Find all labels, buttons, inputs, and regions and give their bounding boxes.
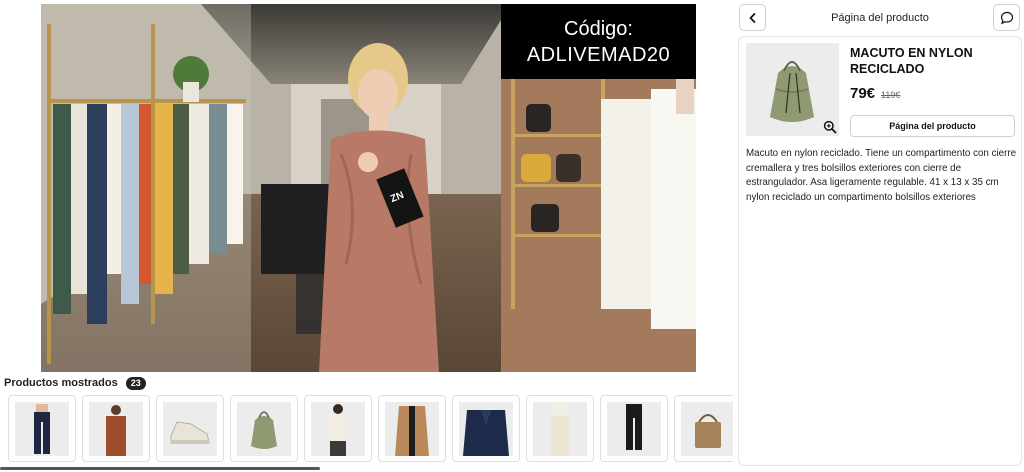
chat-bubble-icon: [1000, 11, 1013, 24]
chevron-left-icon: [749, 12, 755, 23]
product-price-row: 79€ 119€: [850, 85, 900, 102]
panel-title: Página del producto: [831, 12, 929, 24]
product-thumb-white-shirt[interactable]: [304, 395, 372, 462]
products-strip-scrollbar[interactable]: [0, 467, 320, 470]
product-thumb-rust-outfit[interactable]: [82, 395, 150, 462]
live-video-player[interactable]: ZN Código: ADLIVEMAD20: [41, 4, 696, 372]
product-thumb-camel-coat[interactable]: [378, 395, 446, 462]
products-strip-header: Productos mostrados 23: [4, 376, 146, 390]
product-card: MACUTO EN NYLON RECICLADO 79€ 119€ Págin…: [738, 36, 1022, 466]
promo-code-title: Código:: [564, 17, 633, 40]
live-shopping-page: ZN Código: ADLIVEMAD20 Productos mostrad…: [0, 0, 1024, 472]
promo-code-overlay: Código: ADLIVEMAD20: [501, 4, 696, 79]
product-thumb-backpack[interactable]: [230, 395, 298, 462]
product-thumb-white-trousers[interactable]: [526, 395, 594, 462]
products-strip[interactable]: [0, 392, 733, 466]
product-thumb-trousers[interactable]: [8, 395, 76, 462]
product-panel: Página del producto MACUTO EN NYLON RECI…: [738, 0, 1024, 472]
back-button[interactable]: [739, 4, 766, 31]
chat-button[interactable]: [993, 4, 1020, 31]
product-description: Macuto en nylon reciclado. Tiene un comp…: [746, 148, 1017, 203]
product-thumb-sneakers[interactable]: [156, 395, 224, 462]
zoom-icon[interactable]: [823, 120, 837, 134]
product-price: 79€: [850, 85, 876, 102]
product-thumb-black-trousers[interactable]: [600, 395, 668, 462]
products-strip-title: Productos mostrados: [4, 377, 118, 389]
product-page-button[interactable]: Página del producto: [850, 115, 1015, 137]
product-old-price: 119€: [881, 90, 901, 100]
products-count-badge: 23: [125, 376, 146, 390]
promo-code-value: ADLIVEMAD20: [526, 43, 671, 66]
product-name: MACUTO EN NYLON RECICLADO: [850, 46, 973, 76]
product-thumb-tote-bag[interactable]: [674, 395, 733, 462]
product-thumb-navy-blazer[interactable]: [452, 395, 520, 462]
panel-topbar: Página del producto: [738, 4, 1022, 32]
product-image[interactable]: [746, 43, 839, 136]
